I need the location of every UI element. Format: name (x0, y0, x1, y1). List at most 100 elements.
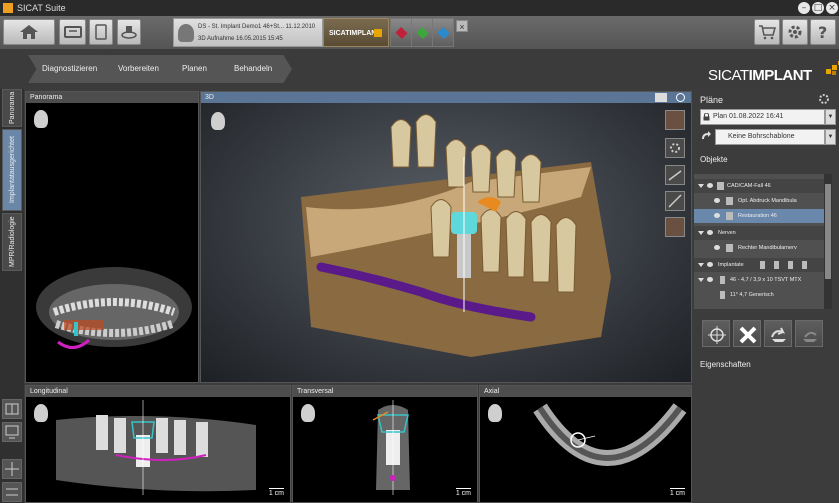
collapse-icon[interactable] (676, 93, 685, 102)
chevron-down-icon-2[interactable]: ▼ (825, 129, 836, 145)
layout-button-2[interactable] (2, 422, 22, 442)
panorama-view[interactable]: Panorama (25, 91, 199, 383)
app-tab-green[interactable] (411, 18, 433, 47)
add-implant-button[interactable] (702, 320, 730, 347)
folder-icon (717, 182, 724, 190)
scanner-button[interactable] (117, 19, 141, 45)
guide-arrow-icon (702, 131, 711, 139)
split-icon (5, 462, 19, 476)
transversal-view[interactable]: Transversal 1 cm (292, 385, 478, 503)
step-vorbereiten[interactable]: Vorbereiten (104, 55, 178, 83)
layout-button-4[interactable] (2, 482, 22, 502)
title-bar: SICAT Suite – □ × (0, 0, 839, 16)
step-behandeln[interactable]: Behandeln (220, 55, 292, 83)
eye-icon[interactable] (707, 262, 713, 267)
eye-icon[interactable] (714, 213, 720, 218)
transversal-xray-image (372, 400, 410, 495)
layout-button-3[interactable] (2, 459, 22, 479)
3d-texture-button[interactable] (665, 110, 685, 130)
head-orientation-icon-trans[interactable] (301, 404, 315, 422)
properties-heading: Eigenschaften (700, 360, 751, 369)
implant-tool-icon-1[interactable] (760, 261, 765, 269)
collapse-triangle-icon[interactable] (698, 231, 704, 235)
patient-list-button[interactable] (59, 19, 86, 45)
collapse-triangle-icon[interactable] (698, 184, 704, 188)
transversal-header: Transversal (293, 386, 477, 397)
brand-squares-icon (374, 29, 382, 37)
3d-jaw-rendering (301, 114, 611, 357)
eye-icon[interactable] (707, 277, 713, 282)
tree-group-cadcam[interactable]: CAD/CAM-Fall 46 (694, 179, 824, 193)
redo-button[interactable] (795, 320, 823, 347)
cabinet-icon (63, 26, 82, 38)
home-button[interactable] (3, 19, 55, 45)
head-orientation-icon-long[interactable] (34, 404, 48, 422)
sicat-implant-tab[interactable]: SICATIMPLANT (323, 18, 389, 47)
tree-item-nerv[interactable]: Rechter Mandibularnerv (694, 241, 824, 255)
head-orientation-icon-axial[interactable] (488, 404, 502, 422)
screenshot-icon[interactable] (655, 93, 667, 102)
left-view-bar: Panorama Implantatausgerichtet MPR/Radio… (0, 89, 24, 503)
head-orientation-icon-3d[interactable] (211, 112, 225, 130)
3d-tool-button[interactable] (665, 165, 685, 185)
3d-settings-button[interactable] (665, 138, 685, 158)
head-orientation-icon[interactable] (34, 110, 48, 128)
tab-implantatausgerichtet[interactable]: Implantatausgerichtet (2, 129, 22, 211)
eye-icon[interactable] (707, 230, 713, 235)
plan-select-value: Plan 01.08.2022 16:41 (713, 113, 784, 120)
longitudinal-header: Longitudinal (26, 386, 290, 397)
tree-item-implant-46[interactable]: 46 - 4,7 / 3,9 x 10 TSVT MTX (694, 273, 824, 287)
collapse-triangle-icon[interactable] (698, 278, 704, 282)
longitudinal-view[interactable]: Longitudinal 1 cm (25, 385, 291, 503)
eye-icon[interactable] (714, 198, 720, 203)
step-diagnostizieren[interactable]: Diagnostizieren (28, 55, 114, 83)
drill-guide-select[interactable]: Keine Bohrschablone ▼ (715, 129, 836, 145)
tree-label-restauration: Restauration 46 (738, 213, 777, 219)
implant-tool-icon-2[interactable] (774, 261, 779, 269)
3d-cut-button[interactable] (665, 217, 685, 237)
close-tab-icon[interactable]: × (456, 20, 468, 32)
tree-item-restauration[interactable]: Restauration 46 (694, 209, 824, 223)
help-button[interactable]: ? (810, 19, 836, 45)
tab-mpr-radiologie[interactable]: MPR/Radiologie (2, 213, 22, 271)
3d-view[interactable]: 3D (200, 91, 692, 383)
axial-view[interactable]: Axial 1 cm (479, 385, 692, 503)
objects-scrollbar[interactable] (824, 174, 832, 309)
sicat-implant-tab-label: SICATIMPLANT (329, 30, 381, 37)
eye-icon[interactable] (707, 183, 713, 188)
layout-button-1[interactable] (2, 399, 22, 419)
eye-icon[interactable] (714, 245, 720, 250)
implant-tool-icon-4[interactable] (802, 261, 807, 269)
tree-group-implantate[interactable]: Implantate (694, 258, 824, 272)
implant-tool-icon-3[interactable] (788, 261, 793, 269)
3d-measure-button[interactable] (665, 191, 685, 211)
plans-settings-icon[interactable] (818, 93, 830, 105)
tab-panorama[interactable]: Panorama (2, 89, 22, 127)
delete-button[interactable] (733, 320, 761, 347)
document-button[interactable] (89, 19, 113, 45)
scrollbar-thumb[interactable] (825, 184, 831, 279)
drill-guide-value: Keine Bohrschablone (728, 133, 795, 140)
step-planen[interactable]: Planen (168, 55, 230, 83)
settings-button[interactable] (782, 19, 808, 45)
minimize-icon[interactable]: – (798, 2, 810, 14)
patient-info-tab[interactable]: DS - St. Implant Demo1 46+St... 11.12.20… (173, 18, 323, 47)
shopping-cart-icon (759, 25, 776, 40)
cart-button[interactable] (754, 19, 780, 45)
undo-button[interactable] (764, 320, 792, 347)
maximize-icon[interactable]: □ (812, 2, 824, 14)
panorama-header: Panorama (26, 92, 198, 103)
plan-select[interactable]: Plan 01.08.2022 16:41 ▼ (700, 109, 836, 125)
tree-label-implant-46: 46 - 4,7 / 3,9 x 10 TSVT MTX (730, 277, 802, 283)
collapse-triangle-icon[interactable] (698, 263, 704, 267)
tree-item-abutment[interactable]: 11° 4,7 Generisch (694, 288, 824, 302)
app-tab-red[interactable] (390, 18, 412, 47)
close-window-icon[interactable]: × (826, 2, 838, 14)
3d-header: 3D (201, 92, 691, 103)
tree-group-nerven[interactable]: Nerven (694, 226, 824, 240)
plans-heading: Pläne (700, 95, 724, 105)
app-tab-blue[interactable] (432, 18, 454, 47)
chevron-down-icon[interactable]: ▼ (825, 109, 836, 125)
tree-item-abdruck[interactable]: Opt. Abdruck Mandibula (694, 194, 824, 208)
axial-header: Axial (480, 386, 691, 397)
